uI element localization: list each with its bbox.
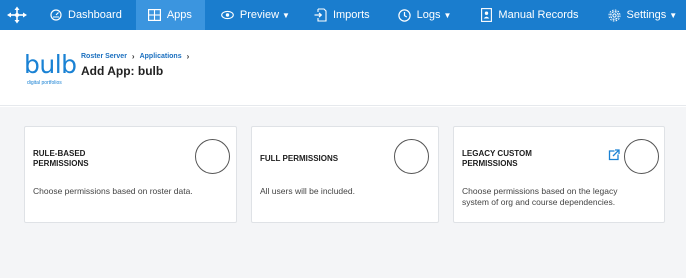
document-user-icon	[481, 8, 493, 22]
card-description-line2: system of org and course dependencies.	[462, 197, 616, 207]
nav-logs-label: Logs	[416, 9, 441, 21]
page-title: Add App: bulb	[81, 64, 164, 78]
card-rule-based-permissions[interactable]: RULE-BASED PERMISSIONS Choose permission…	[24, 126, 237, 223]
main-content: RULE-BASED PERMISSIONS Choose permission…	[0, 107, 686, 278]
card-title-line2: PERMISSIONS	[33, 159, 89, 168]
card-title-line1: LEGACY CUSTOM	[462, 149, 532, 158]
import-file-icon	[314, 8, 327, 22]
gear-icon	[608, 9, 621, 22]
nav-dashboard-label: Dashboard	[68, 9, 122, 21]
select-radio-circle[interactable]	[624, 139, 659, 174]
select-radio-circle[interactable]	[394, 139, 429, 174]
nav-logs[interactable]: Logs ▼	[397, 0, 452, 30]
chevron-right-icon: ›	[131, 52, 135, 61]
brand-tagline: digital portfolios	[27, 80, 62, 86]
breadcrumb: Roster Server › Applications ›	[81, 52, 194, 61]
chevron-down-icon: ▼	[443, 10, 452, 20]
nav-imports-label: Imports	[332, 9, 370, 21]
card-description-line1: Choose permissions based on the legacy	[462, 186, 618, 196]
breadcrumb-roster-server[interactable]: Roster Server	[81, 53, 127, 60]
chevron-right-icon: ›	[186, 52, 190, 61]
chevron-down-icon: ▼	[669, 10, 678, 20]
nav-manual-records[interactable]: Manual Records	[481, 0, 579, 30]
apps-grid-icon	[147, 9, 161, 21]
nav-preview-label: Preview	[239, 9, 280, 21]
page-header: bulb digital portfolios Roster Server › …	[0, 30, 686, 106]
card-description: Choose permissions based on roster data.	[33, 186, 193, 196]
card-legacy-custom-permissions[interactable]: LEGACY CUSTOM PERMISSIONS Choose permiss…	[453, 126, 665, 223]
top-navigation-bar: Dashboard Apps Preview ▼ Imports Logs ▼ …	[0, 0, 686, 30]
nav-dashboard[interactable]: Dashboard	[50, 0, 122, 30]
dashboard-icon	[50, 9, 62, 21]
clock-icon	[397, 8, 411, 22]
nav-manual-records-label: Manual Records	[498, 9, 579, 21]
card-description: All users will be included.	[260, 186, 355, 196]
eye-icon	[221, 10, 234, 20]
nav-preview[interactable]: Preview ▼	[221, 0, 290, 30]
breadcrumb-applications[interactable]: Applications	[140, 53, 182, 60]
brand-word: bulb	[24, 50, 77, 79]
card-full-permissions[interactable]: FULL PERMISSIONS All users will be inclu…	[251, 126, 439, 223]
card-title-line1: FULL PERMISSIONS	[260, 154, 339, 163]
nav-apps[interactable]: Apps	[135, 0, 205, 30]
chevron-down-icon: ▼	[282, 10, 290, 20]
nav-settings[interactable]: Settings ▼	[608, 0, 678, 30]
select-radio-circle[interactable]	[195, 139, 230, 174]
card-title-line2: PERMISSIONS	[462, 159, 518, 168]
nav-settings-label: Settings	[626, 9, 667, 21]
nav-apps-label: Apps	[166, 9, 192, 21]
bulb-app-logo: bulb digital portfolios	[24, 50, 77, 90]
external-link-icon[interactable]	[608, 148, 620, 166]
nav-imports[interactable]: Imports	[314, 0, 370, 30]
card-title-line1: RULE-BASED	[33, 149, 86, 158]
app-logo-icon[interactable]	[0, 0, 34, 30]
